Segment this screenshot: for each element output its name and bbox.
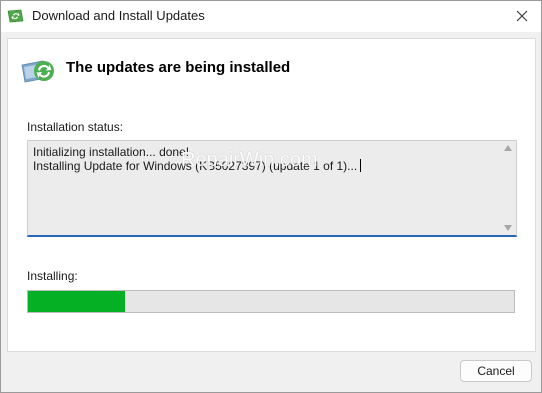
text-caret: [360, 159, 362, 172]
progress-fill: [28, 291, 126, 312]
scrollbar[interactable]: [500, 141, 516, 235]
windows-update-icon: [21, 60, 54, 83]
close-icon: [516, 10, 528, 22]
close-button[interactable]: [507, 3, 537, 29]
scroll-up-arrow-icon[interactable]: [504, 145, 512, 151]
dialog-content: The updates are being installed Installa…: [7, 38, 536, 352]
scroll-down-arrow-icon[interactable]: [504, 225, 512, 231]
title-bar: Download and Install Updates: [1, 1, 541, 32]
progress-bar: [27, 290, 515, 313]
progress-label: Installing:: [27, 269, 78, 283]
page-title: The updates are being installed: [66, 59, 291, 76]
watermark: RepairWin.com: [181, 149, 318, 171]
cancel-button[interactable]: Cancel: [460, 360, 532, 382]
window-title: Download and Install Updates: [32, 8, 205, 23]
update-dialog: Download and Install Updates The updates…: [0, 0, 542, 393]
status-label: Installation status:: [27, 120, 124, 134]
windows-update-icon: [7, 9, 24, 23]
